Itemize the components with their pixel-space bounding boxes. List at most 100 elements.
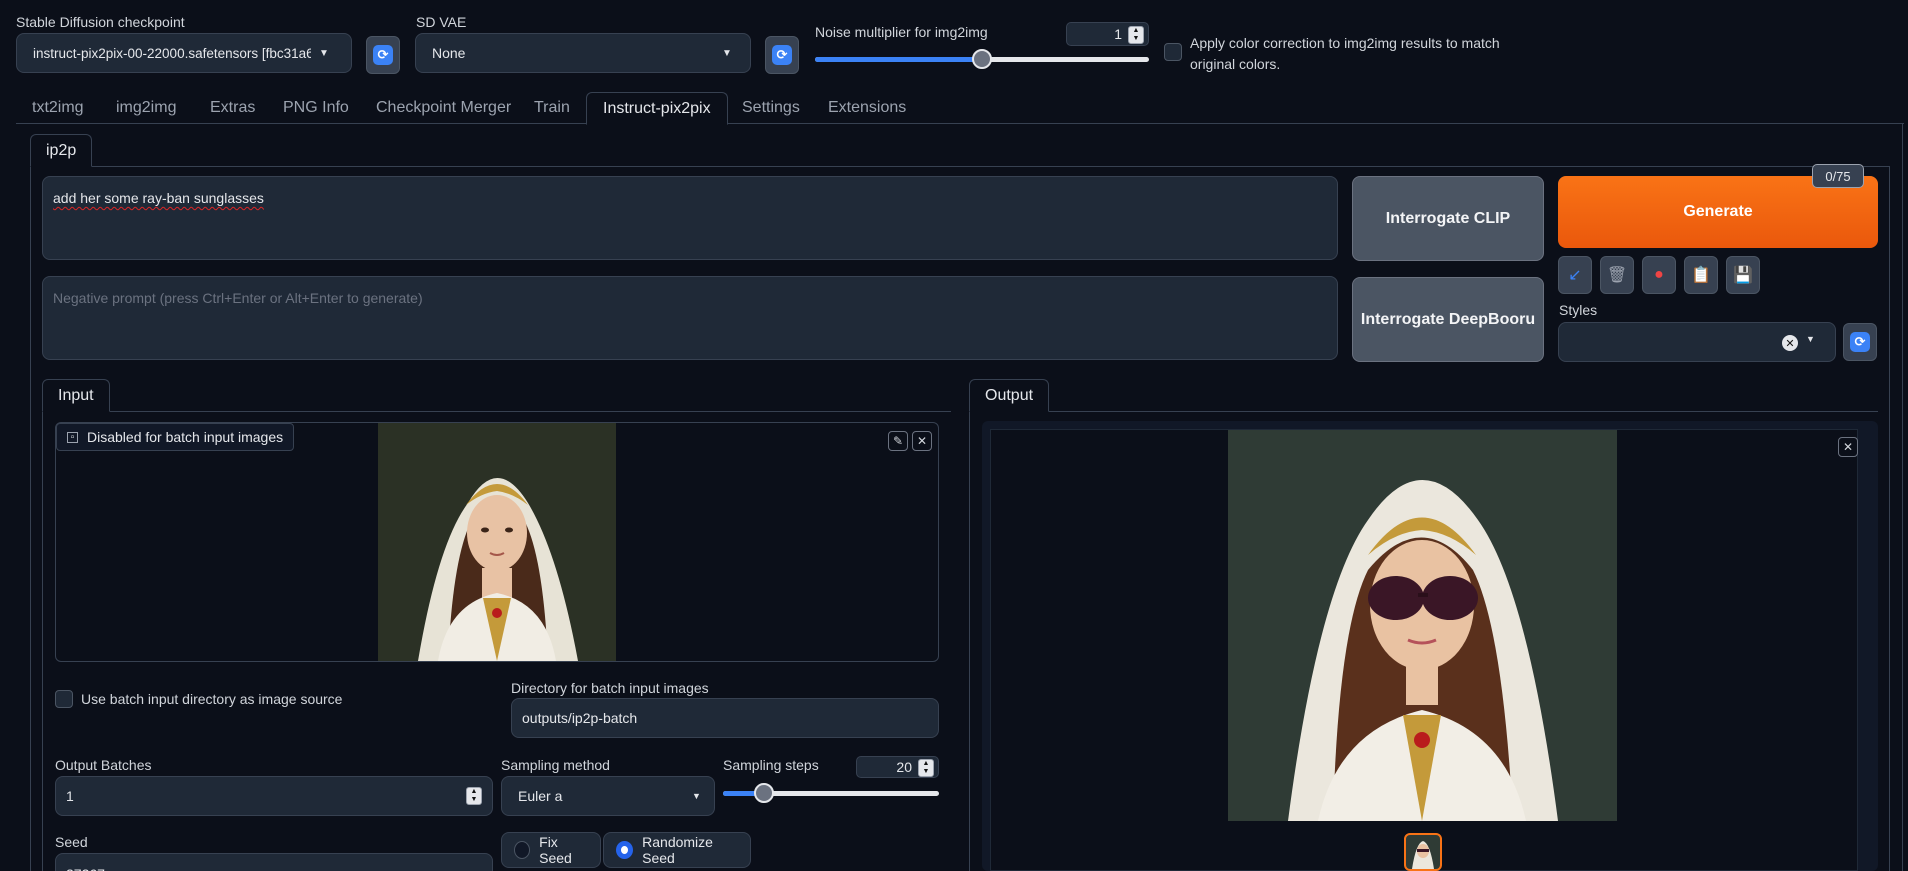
- image-icon: ▫: [67, 431, 78, 443]
- batch-dir-label: Directory for batch input images: [511, 680, 709, 696]
- color-correction-checkbox[interactable]: [1164, 43, 1182, 61]
- seed-value: 27267: [66, 866, 105, 871]
- sampling-steps-input[interactable]: 20 ▲ ▼: [856, 756, 939, 778]
- noise-multiplier-label: Noise multiplier for img2img: [815, 24, 988, 40]
- fix-seed-label: Fix Seed: [539, 834, 572, 866]
- stepper-icon[interactable]: ▲ ▼: [918, 759, 934, 777]
- trash-button[interactable]: 🗑: [1600, 256, 1634, 294]
- tab-extras[interactable]: Extras: [194, 92, 271, 124]
- sampling-method-dropdown[interactable]: Euler a ▼: [501, 776, 715, 816]
- slider-thumb[interactable]: [754, 783, 774, 803]
- batch-disabled-badge: ▫ Disabled for batch input images: [56, 423, 295, 451]
- tool-buttons-row: ↙ 🗑 ● 📋 💾: [1558, 256, 1760, 294]
- output-image[interactable]: [1228, 430, 1617, 821]
- slider-fill: [815, 57, 982, 62]
- output-batches-input[interactable]: 1 ▲ ▼: [55, 776, 493, 816]
- checkpoint-value: instruct-pix2pix-00-22000.safetensors [f…: [33, 45, 311, 61]
- refresh-icon: ⟳: [772, 45, 792, 65]
- style-button[interactable]: ●: [1642, 256, 1676, 294]
- tab-txt2img[interactable]: txt2img: [16, 92, 100, 124]
- edit-icon[interactable]: ✎: [888, 431, 908, 451]
- gallery-thumbnail[interactable]: [1404, 833, 1442, 871]
- batch-disabled-text: Disabled for batch input images: [87, 429, 284, 445]
- batch-input-label: Use batch input directory as image sourc…: [81, 691, 343, 707]
- sampling-method-label: Sampling method: [501, 757, 610, 773]
- prompt-text: add her some ray-ban sunglasses: [53, 190, 264, 206]
- tab-settings[interactable]: Settings: [726, 92, 816, 124]
- refresh-checkpoint-button[interactable]: ⟳: [366, 36, 400, 74]
- subtab-panel-border: [1889, 166, 1890, 871]
- styles-dropdown[interactable]: ✕ ▼: [1558, 322, 1836, 362]
- vae-dropdown[interactable]: None ▼: [415, 33, 751, 73]
- checkpoint-label: Stable Diffusion checkpoint: [16, 14, 185, 30]
- save-icon: 💾: [1733, 267, 1753, 284]
- refresh-icon: ⟳: [373, 45, 393, 65]
- close-icon[interactable]: ✕: [912, 431, 932, 451]
- tab-input[interactable]: Input: [42, 379, 110, 412]
- randomize-seed-radio[interactable]: Randomize Seed: [603, 832, 751, 868]
- tab-instruct-pix2pix[interactable]: Instruct-pix2pix: [586, 92, 728, 125]
- radio-off-icon: [514, 841, 531, 859]
- stepper-icon[interactable]: ▲ ▼: [1128, 26, 1144, 44]
- clipboard-button[interactable]: 📋: [1684, 256, 1718, 294]
- output-batches-value: 1: [66, 788, 74, 804]
- styles-label: Styles: [1559, 302, 1598, 318]
- subtab-divider: [30, 166, 1890, 167]
- vae-label: SD VAE: [416, 14, 467, 30]
- noise-multiplier-input[interactable]: 1 ▲ ▼: [1066, 22, 1149, 46]
- output-tab-divider: [969, 411, 1878, 412]
- close-icon[interactable]: ✕: [1838, 437, 1858, 457]
- chevron-down-icon: ▼: [722, 47, 732, 59]
- vae-value: None: [432, 45, 466, 61]
- fix-seed-radio[interactable]: Fix Seed: [501, 832, 601, 868]
- sampling-steps-value: 20: [896, 759, 912, 775]
- negative-prompt-textarea[interactable]: Negative prompt (press Ctrl+Enter or Alt…: [42, 276, 1338, 360]
- clear-icon[interactable]: ✕: [1782, 335, 1798, 351]
- token-counter: 0/75: [1812, 164, 1864, 188]
- prompt-textarea[interactable]: add her some ray-ban sunglasses: [42, 176, 1338, 260]
- trash-icon: 🗑: [1606, 267, 1628, 284]
- tab-img2img[interactable]: img2img: [100, 92, 192, 124]
- clipboard-icon: 📋: [1691, 267, 1711, 284]
- noise-multiplier-slider[interactable]: [815, 49, 1149, 69]
- tab-output[interactable]: Output: [969, 379, 1050, 412]
- chevron-down-icon: ▼: [692, 791, 701, 801]
- arrow-icon: ↙: [1568, 267, 1582, 284]
- batch-input-checkbox[interactable]: [55, 690, 73, 708]
- slider-thumb[interactable]: [972, 49, 992, 69]
- chevron-down-icon: ▼: [1806, 334, 1815, 344]
- input-panel-border: [42, 411, 43, 871]
- interrogate-clip-button[interactable]: Interrogate CLIP: [1352, 176, 1544, 261]
- refresh-styles-button[interactable]: ⟳: [1843, 323, 1877, 361]
- style-icon: ●: [1654, 266, 1664, 283]
- tab-ip2p[interactable]: ip2p: [30, 134, 93, 167]
- batch-dir-value: outputs/ip2p-batch: [522, 710, 638, 726]
- tab-train[interactable]: Train: [518, 92, 586, 124]
- tab-extensions[interactable]: Extensions: [812, 92, 922, 124]
- save-button[interactable]: 💾: [1726, 256, 1760, 294]
- stepper-icon[interactable]: ▲ ▼: [466, 787, 482, 805]
- sampling-method-value: Euler a: [518, 788, 563, 804]
- checkpoint-dropdown[interactable]: instruct-pix2pix-00-22000.safetensors [f…: [16, 33, 352, 73]
- seed-label: Seed: [55, 834, 88, 850]
- negative-prompt-placeholder: Negative prompt (press Ctrl+Enter or Alt…: [53, 290, 423, 306]
- interrogate-deepbooru-button[interactable]: Interrogate DeepBooru: [1352, 277, 1544, 362]
- tab-checkpoint-merger[interactable]: Checkpoint Merger: [360, 92, 527, 124]
- refresh-icon: ⟳: [1850, 332, 1870, 352]
- refresh-vae-button[interactable]: ⟳: [765, 36, 799, 74]
- arrow-button[interactable]: ↙: [1558, 256, 1592, 294]
- input-image-dropzone[interactable]: ▫ Disabled for batch input images ✎ ✕: [55, 422, 939, 662]
- input-image: [378, 423, 616, 661]
- seed-input[interactable]: 27267: [55, 853, 493, 871]
- batch-dir-input[interactable]: outputs/ip2p-batch: [511, 698, 939, 738]
- radio-on-icon: [616, 841, 634, 859]
- noise-multiplier-value: 1: [1114, 26, 1122, 42]
- sampling-steps-label: Sampling steps: [723, 757, 819, 773]
- sampling-steps-slider[interactable]: [723, 783, 939, 803]
- subtab-panel-border-left: [30, 166, 31, 871]
- tab-png-info[interactable]: PNG Info: [267, 92, 365, 124]
- output-panel-border: [969, 411, 970, 871]
- chevron-down-icon: ▼: [319, 47, 329, 59]
- input-tab-divider: [42, 411, 951, 412]
- randomize-seed-label: Randomize Seed: [642, 834, 713, 866]
